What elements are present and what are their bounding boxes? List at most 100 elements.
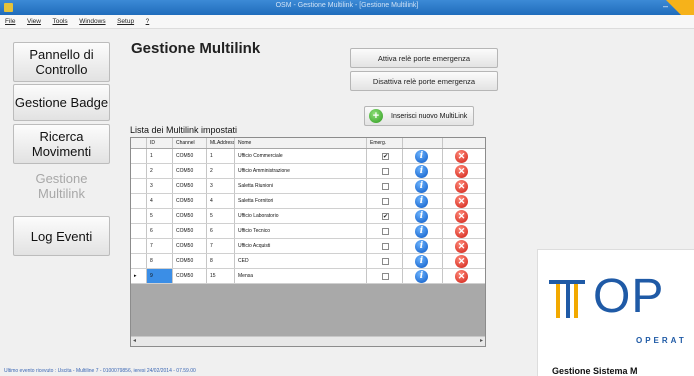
cell-channel: COM50: [173, 239, 207, 253]
cell-nome: Ufficio Tecnico: [235, 224, 367, 238]
delete-icon[interactable]: ✕: [455, 210, 468, 223]
cell-id: 9: [147, 269, 173, 283]
emergency-checkbox[interactable]: [382, 273, 389, 280]
info-icon[interactable]: i: [415, 165, 428, 178]
header-mladdress[interactable]: MLAddress: [207, 138, 235, 148]
header-channel[interactable]: Channel: [173, 138, 207, 148]
nav-pannello-di-controllo[interactable]: Pannello di Controllo: [13, 42, 110, 82]
cell-info: i: [403, 149, 443, 163]
table-row[interactable]: 5 COM50 5 Ufficio Laboratorio ✔ i ✕: [131, 209, 485, 224]
header-info: [403, 138, 443, 148]
delete-icon[interactable]: ✕: [455, 195, 468, 208]
nav-ricerca-movimenti[interactable]: Ricerca Movimenti: [13, 124, 110, 164]
info-icon[interactable]: i: [415, 210, 428, 223]
info-icon[interactable]: i: [415, 180, 428, 193]
info-icon[interactable]: i: [415, 150, 428, 163]
delete-icon[interactable]: ✕: [455, 165, 468, 178]
cell-mladdress: 15: [207, 269, 235, 283]
header-selector: [131, 138, 147, 148]
menu-setup[interactable]: Setup: [112, 15, 138, 25]
delete-icon[interactable]: ✕: [455, 225, 468, 238]
table-row[interactable]: 7 COM50 7 Ufficio Acquisti i ✕: [131, 239, 485, 254]
table-row[interactable]: 4 COM50 4 Saletta Fornitori i ✕: [131, 194, 485, 209]
info-icon[interactable]: i: [415, 225, 428, 238]
menu-windows[interactable]: Windows: [74, 15, 109, 25]
cell-delete: ✕: [443, 179, 485, 193]
delete-icon[interactable]: ✕: [455, 240, 468, 253]
cell-mladdress: 7: [207, 239, 235, 253]
plus-icon: +: [369, 109, 383, 123]
title-bar: OSM - Gestione Multilink - [Gestione Mul…: [0, 0, 694, 28]
emergency-checkbox[interactable]: ✔: [382, 153, 389, 160]
add-multilink-button[interactable]: + Inserisci nuovo MultiLink: [364, 106, 474, 126]
row-selector[interactable]: ▸: [131, 269, 147, 283]
cell-mladdress: 3: [207, 179, 235, 193]
menu-view[interactable]: View: [22, 15, 45, 25]
cell-nome: Ufficio Commerciale: [235, 149, 367, 163]
cell-emerg: [367, 269, 403, 283]
row-selector[interactable]: [131, 239, 147, 253]
info-icon[interactable]: i: [415, 270, 428, 283]
horizontal-scrollbar[interactable]: ◂ ▸: [131, 336, 485, 346]
delete-icon[interactable]: ✕: [455, 255, 468, 268]
cell-info: i: [403, 224, 443, 238]
menu-tools[interactable]: Tools: [48, 15, 72, 25]
scroll-left-icon[interactable]: ◂: [133, 337, 136, 344]
table-row[interactable]: 1 COM50 1 Ufficio Commerciale ✔ i ✕: [131, 149, 485, 164]
multilink-grid[interactable]: ID Channel MLAddress Nome Emerg. 1 COM50 1…: [130, 137, 486, 347]
delete-icon[interactable]: ✕: [455, 270, 468, 283]
header-emerg[interactable]: Emerg.: [367, 138, 403, 148]
table-row[interactable]: 6 COM50 6 Ufficio Tecnico i ✕: [131, 224, 485, 239]
logo-caption: Gestione Sistema M: [552, 366, 638, 376]
cell-mladdress: 5: [207, 209, 235, 223]
info-icon[interactable]: i: [415, 240, 428, 253]
emergency-checkbox[interactable]: [382, 243, 389, 250]
info-icon[interactable]: i: [415, 195, 428, 208]
nav-gestione-badge[interactable]: Gestione Badge: [13, 84, 110, 121]
row-selector[interactable]: [131, 254, 147, 268]
row-selector[interactable]: [131, 209, 147, 223]
table-row[interactable]: 3 COM50 3 Saletta Riunioni i ✕: [131, 179, 485, 194]
delete-icon[interactable]: ✕: [455, 180, 468, 193]
cell-nome: Saletta Riunioni: [235, 179, 367, 193]
row-selector[interactable]: [131, 224, 147, 238]
emergency-checkbox[interactable]: ✔: [382, 213, 389, 220]
cell-delete: ✕: [443, 209, 485, 223]
delete-icon[interactable]: ✕: [455, 150, 468, 163]
emergency-checkbox[interactable]: [382, 258, 389, 265]
emergency-checkbox[interactable]: [382, 168, 389, 175]
table-row[interactable]: 2 COM50 2 Ufficio Amministrazione i ✕: [131, 164, 485, 179]
row-selector[interactable]: [131, 194, 147, 208]
table-row[interactable]: 8 COM50 8 CED i ✕: [131, 254, 485, 269]
table-row[interactable]: ▸ 9 COM50 15 Mensa i ✕: [131, 269, 485, 284]
nav-label: Gestione Multilink: [35, 171, 88, 201]
cell-channel: COM50: [173, 224, 207, 238]
cell-delete: ✕: [443, 239, 485, 253]
menu-file[interactable]: File: [0, 15, 19, 25]
cell-emerg: [367, 179, 403, 193]
cell-id: 5: [147, 209, 173, 223]
cell-emerg: [367, 239, 403, 253]
row-selector[interactable]: [131, 149, 147, 163]
cell-id: 1: [147, 149, 173, 163]
info-icon[interactable]: i: [415, 255, 428, 268]
nav-label: Gestione Badge: [14, 95, 109, 110]
emergency-checkbox[interactable]: [382, 183, 389, 190]
row-selector[interactable]: [131, 179, 147, 193]
menu-help[interactable]: ?: [141, 15, 154, 25]
attiva-rele-button[interactable]: Attiva relè porte emergenza: [350, 48, 498, 68]
emergency-checkbox[interactable]: [382, 228, 389, 235]
cell-info: i: [403, 164, 443, 178]
header-nome[interactable]: Nome: [235, 138, 367, 148]
nav-log-eventi[interactable]: Log Eventi: [13, 216, 110, 256]
scroll-right-icon[interactable]: ▸: [480, 337, 483, 344]
add-multilink-label: Inserisci nuovo MultiLink: [391, 112, 468, 120]
disattiva-rele-button[interactable]: Disattiva relè porte emergenza: [350, 71, 498, 91]
header-id[interactable]: ID: [147, 138, 173, 148]
cell-id: 7: [147, 239, 173, 253]
emergency-checkbox[interactable]: [382, 198, 389, 205]
cell-emerg: [367, 224, 403, 238]
row-selector[interactable]: [131, 164, 147, 178]
cell-nome: Ufficio Laboratorio: [235, 209, 367, 223]
cell-delete: ✕: [443, 269, 485, 283]
